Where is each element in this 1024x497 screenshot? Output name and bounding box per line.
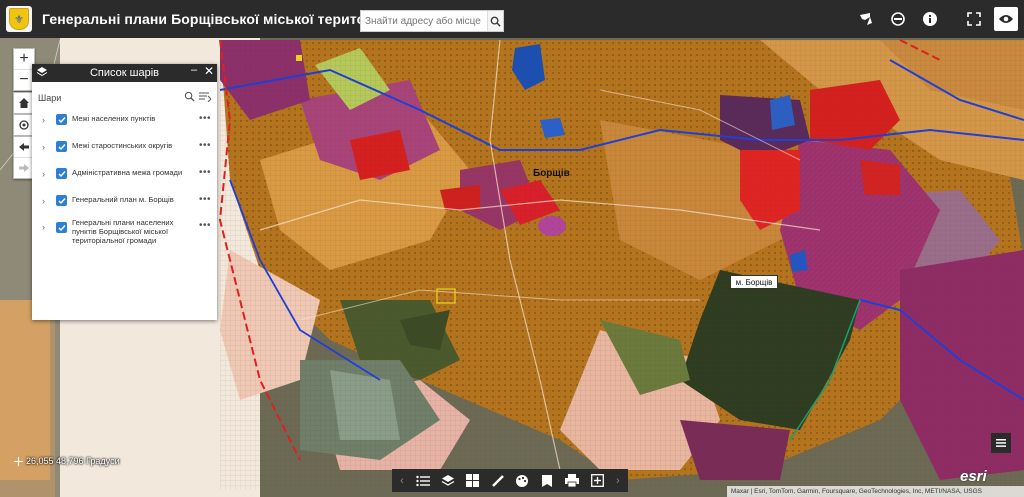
panel-header: Список шарів – ✕ (32, 64, 217, 82)
layer-item[interactable]: › Межі населених пунктів ••• (32, 111, 217, 128)
expand-chevron-icon[interactable]: › (42, 115, 52, 125)
address-search[interactable] (360, 10, 504, 32)
visibility-icon (999, 15, 1013, 23)
ruler-icon (491, 474, 504, 487)
layer-list-button[interactable] (438, 471, 458, 491)
print-button[interactable] (562, 471, 582, 491)
basemap-gallery-button[interactable] (463, 471, 483, 491)
home-button[interactable] (14, 93, 34, 113)
layer-swipe-icon (891, 12, 905, 26)
list-options-icon[interactable] (199, 91, 211, 102)
attribution: Maxar | Esri, TomTom, Garmin, Foursquare… (726, 486, 1024, 497)
check-icon (58, 143, 66, 150)
layer-name: Генеральні плани населених пунктів Борщі… (72, 218, 174, 245)
filter-search-icon[interactable] (184, 91, 195, 102)
list-icon (416, 475, 430, 486)
app-logo: ⚜ (6, 6, 32, 32)
coat-of-arms-icon: ⚜ (9, 8, 29, 30)
info-icon (923, 12, 937, 26)
layer-item[interactable]: › Адміністративна межа громади ••• (32, 165, 217, 182)
fullscreen-button[interactable] (962, 7, 986, 31)
search-input[interactable] (361, 13, 487, 29)
town-label: Борщів (533, 168, 570, 179)
add-data-icon (590, 474, 604, 487)
town-box-label: м. Борщів (730, 275, 778, 289)
check-icon (58, 116, 66, 123)
previous-extent-button[interactable] (14, 137, 34, 158)
check-icon (58, 197, 66, 204)
toolbar-prev-arrow-icon[interactable]: ‹ (396, 475, 408, 487)
layer-options-button[interactable]: ••• (199, 113, 211, 124)
coordinate-text: 26,055 48,796 Градуси (26, 456, 120, 466)
layer-options-button[interactable]: ••• (199, 167, 211, 178)
expand-chevron-icon[interactable]: › (42, 169, 52, 179)
add-data-button[interactable] (587, 471, 607, 491)
crosshair-icon (14, 456, 23, 466)
layer-name: Генеральний план м. Борщів (72, 195, 174, 204)
layer-name: Межі населених пунктів (72, 114, 156, 123)
layer-item[interactable]: › Межі старостинських округів ••• (32, 138, 217, 155)
layer-name: Адміністративна межа громади (72, 168, 183, 177)
home-icon (19, 98, 29, 108)
expand-chevron-icon[interactable]: › (42, 222, 52, 232)
close-button[interactable]: ✕ (204, 64, 214, 78)
layer-checkbox[interactable] (56, 168, 67, 179)
panel-title: Список шарів (89, 67, 159, 79)
toolbar-next-arrow-icon[interactable]: › (612, 475, 624, 487)
palette-icon (516, 474, 529, 487)
bookmark-button[interactable] (537, 471, 557, 491)
layer-item[interactable]: › Генеральний план м. Борщів ••• (32, 192, 217, 209)
layer-checkbox[interactable] (56, 114, 67, 125)
coordinate-readout[interactable]: 26,055 48,796 Градуси (14, 455, 120, 467)
search-button[interactable] (487, 11, 503, 31)
legend-list-icon (996, 439, 1006, 447)
bookmark-icon (542, 474, 553, 487)
legend-button[interactable] (991, 433, 1011, 453)
share-icon (860, 13, 872, 25)
layers-section: Шари (32, 87, 217, 109)
esri-logo: esri (960, 468, 987, 485)
layer-name: Межі старостинських округів (72, 141, 173, 150)
grid-icon (466, 474, 480, 487)
zoom-in-button[interactable]: + (14, 49, 34, 70)
layer-checkbox[interactable] (56, 141, 67, 152)
share-button[interactable] (854, 7, 878, 31)
locate-icon (19, 120, 29, 130)
layer-options-button[interactable]: ••• (199, 220, 211, 231)
legend-list-button[interactable] (413, 471, 433, 491)
layers-section-label: Шари (38, 93, 62, 103)
layers-icon (441, 474, 455, 486)
layer-swipe-button[interactable] (886, 7, 910, 31)
check-icon (58, 170, 66, 177)
next-extent-button[interactable] (14, 158, 34, 178)
draw-button[interactable] (512, 471, 532, 491)
print-icon (565, 474, 580, 487)
layer-options-button[interactable]: ••• (199, 140, 211, 151)
minimize-button[interactable]: – (191, 64, 197, 76)
zoom-out-button[interactable]: − (14, 70, 34, 90)
arrow-left-icon (19, 143, 29, 151)
locate-button[interactable] (14, 115, 34, 135)
info-button[interactable] (918, 7, 942, 31)
layer-options-button[interactable]: ••• (199, 194, 211, 205)
fullscreen-icon (967, 12, 981, 26)
layer-list-panel: Список шарів – ✕ Шари › Межі населених п… (32, 64, 217, 320)
expand-chevron-icon[interactable]: › (42, 196, 52, 206)
check-icon (58, 224, 66, 231)
widget-toolbar: ‹ › (392, 469, 628, 492)
search-icon (490, 16, 501, 27)
layer-checkbox[interactable] (56, 222, 67, 233)
measure-button[interactable] (488, 471, 508, 491)
layer-item[interactable]: › Генеральні плани населених пунктів Бор… (32, 215, 217, 248)
app-header: ⚜ Генеральні плани Борщівської міської т… (0, 0, 1024, 38)
expand-chevron-icon[interactable]: › (42, 142, 52, 152)
visibility-button[interactable] (994, 7, 1018, 31)
arrow-right-icon (19, 164, 29, 172)
layer-checkbox[interactable] (56, 195, 67, 206)
